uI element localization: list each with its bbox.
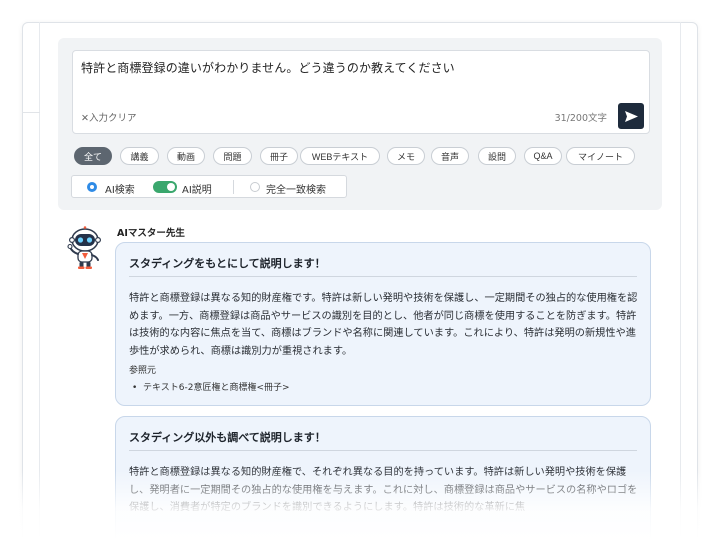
send-button[interactable] xyxy=(618,103,644,129)
ai-explain-label[interactable]: AI説明 xyxy=(182,181,212,196)
filter-chip-memo[interactable]: メモ xyxy=(387,147,425,165)
answer-heading: スタディング以外も調べて説明します！ xyxy=(129,431,326,444)
answer-divider xyxy=(129,276,637,277)
reference-item: • テキスト6-2意匠権と商標権<冊子> xyxy=(132,383,290,393)
answer-card-studying: スタディングをもとにして説明します！ 特許と商標登録は異なる知的財産権です。特許… xyxy=(115,242,651,406)
search-mode-selector: AI検索 AI説明 完全一致検索 xyxy=(71,175,347,198)
toggle-knob xyxy=(167,183,175,191)
ai-explain-toggle[interactable] xyxy=(153,181,177,193)
left-sidebar xyxy=(22,22,40,540)
exact-match-label[interactable]: 完全一致検索 xyxy=(266,181,326,196)
filter-chip-problem[interactable]: 問題 xyxy=(213,147,252,165)
send-icon xyxy=(624,110,638,122)
filter-chip-audio[interactable]: 音声 xyxy=(431,147,469,165)
filter-chip-booklet[interactable]: 冊子 xyxy=(260,147,298,165)
filter-chip-lecture[interactable]: 講義 xyxy=(120,147,159,165)
assistant-name: AIマスター先生 xyxy=(117,228,185,239)
reference-title: 参照元 xyxy=(129,366,157,376)
answer-divider xyxy=(129,450,637,451)
answer-body: 特許と商標登録は異なる知的財産権です。特許は新しい発明や技術を保護し、一定期間そ… xyxy=(129,293,638,357)
filter-chip-question[interactable]: 設問 xyxy=(478,147,516,165)
answer-card-external: スタディング以外も調べて説明します！ 特許と商標登録は異なる知的財産権で、それぞ… xyxy=(115,416,651,540)
ai-search-label[interactable]: AI検索 xyxy=(105,181,135,196)
robot-avatar-icon xyxy=(67,226,101,269)
filter-chip-video[interactable]: 動画 xyxy=(167,147,205,165)
ai-search-radio[interactable] xyxy=(87,182,97,192)
question-input[interactable]: 特許と商標登録の違いがわかりません。どう違うのか教えてください ✕入力クリア 3… xyxy=(72,50,650,134)
filter-chip-my-note[interactable]: マイノート xyxy=(566,147,635,165)
answer-heading: スタディングをもとにして説明します！ xyxy=(129,257,326,270)
filter-chip-web-text[interactable]: WEBテキスト xyxy=(300,147,380,165)
sidebar-divider xyxy=(22,112,40,113)
character-counter: 31/200文字 xyxy=(554,113,607,124)
exact-match-radio[interactable] xyxy=(250,182,260,192)
search-panel: 特許と商標登録の違いがわかりません。どう違うのか教えてください ✕入力クリア 3… xyxy=(58,38,662,210)
filter-chip-qa[interactable]: Q&A xyxy=(524,147,562,165)
mode-divider xyxy=(233,180,234,194)
right-scrollbar-track[interactable] xyxy=(680,22,698,540)
question-text[interactable]: 特許と商標登録の違いがわかりません。どう違うのか教えてください xyxy=(81,59,455,76)
filter-chip-all[interactable]: 全て xyxy=(74,147,112,165)
clear-input-button[interactable]: ✕入力クリア xyxy=(81,110,136,124)
reference-link[interactable]: テキスト6-2意匠権と商標権<冊子> xyxy=(143,383,290,393)
answer-body: 特許と商標登録は異なる知的財産権で、それぞれ異なる目的を持っています。特許は新し… xyxy=(129,467,638,513)
